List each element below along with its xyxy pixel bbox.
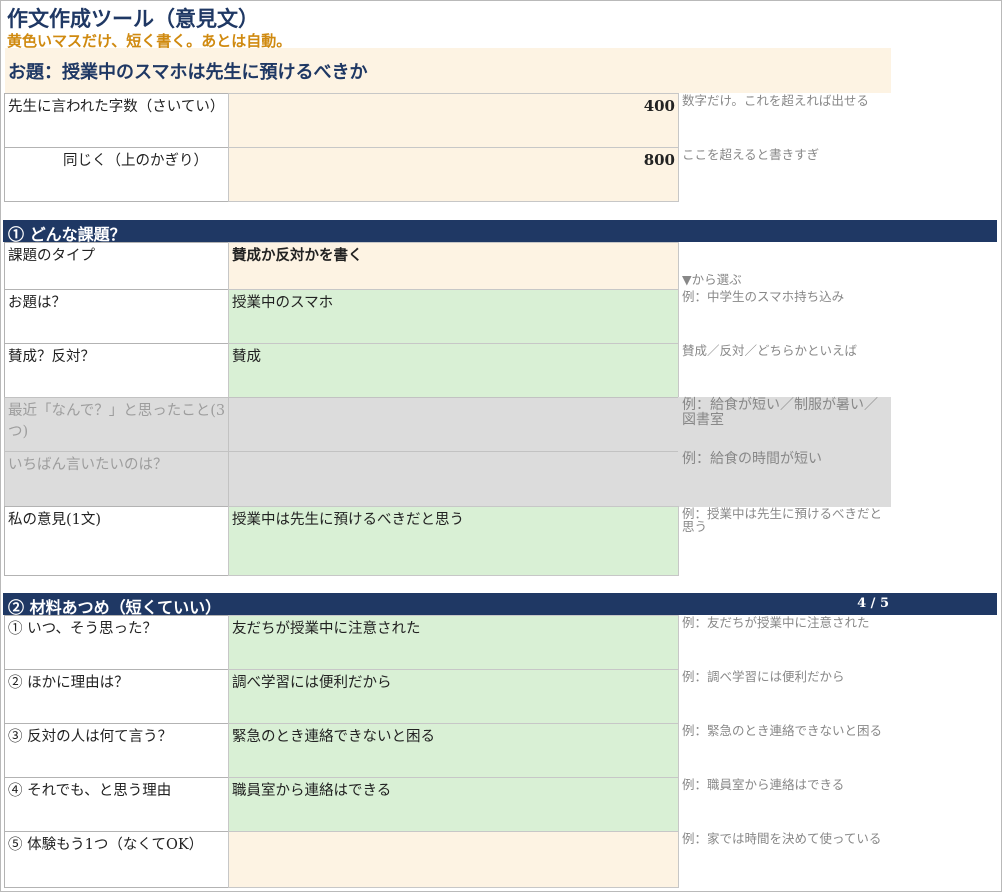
- recent-questions-hint: 例：給食が短い／制服が暑い／図書室: [678, 397, 891, 452]
- max-count-label: 同じく（上のかぎり）: [4, 147, 229, 202]
- recent-questions-label: 最近「なんで？」と思ったこと(3つ): [4, 397, 229, 452]
- min-count-hint: 数字だけ。これを超えれば出せる: [682, 93, 869, 108]
- assignment-type-select[interactable]: 賛成か反対かを書く: [228, 242, 679, 290]
- material-when-input[interactable]: 友だちが授業中に注意された: [228, 615, 679, 670]
- my-opinion-input[interactable]: 授業中は先生に預けるべきだと思う: [228, 506, 679, 576]
- material-counter-hint: 例：緊急のとき連絡できないと困る: [682, 723, 883, 738]
- max-count-input[interactable]: 800: [228, 147, 679, 202]
- main-point-label: いちばん言いたいのは？: [4, 451, 229, 507]
- material-experience-input[interactable]: [228, 831, 679, 888]
- my-opinion-hint: 例：授業中は先生に預けるべきだと思う: [682, 506, 883, 535]
- section1-header: ① どんな課題？: [3, 220, 997, 244]
- topic-hint: 例：中学生のスマホ持ち込み: [682, 289, 845, 304]
- material-rebuttal-hint: 例：職員室から連絡はできる: [682, 777, 845, 792]
- min-count-input[interactable]: 400: [228, 93, 679, 148]
- material-rebuttal-input[interactable]: 職員室から連絡はできる: [228, 777, 679, 832]
- recent-questions-input: [228, 397, 679, 452]
- stance-input[interactable]: 賛成: [228, 343, 679, 398]
- assignment-type-hint: ▼から選ぶ: [682, 272, 742, 287]
- stance-hint: 賛成／反対／どちらかといえば: [682, 343, 858, 358]
- material-other-reason-label: ② ほかに理由は？: [4, 669, 229, 724]
- section2-header: ② 材料あつめ（短くていい） 4 / 5: [3, 593, 997, 617]
- progress-count: 4 / 5: [857, 596, 889, 611]
- material-rebuttal-label: ④ それでも、と思う理由: [4, 777, 229, 832]
- main-point-hint: 例：給食の時間が短い: [678, 451, 891, 507]
- my-opinion-label: 私の意見(1文): [4, 506, 229, 576]
- max-count-hint: ここを超えると書きすぎ: [682, 147, 820, 162]
- material-experience-label: ⑤ 体験もう1つ（なくてOK）: [4, 831, 229, 888]
- min-count-label: 先生に言われた字数（さいてい）: [4, 93, 229, 148]
- material-when-hint: 例：友だちが授業中に注意された: [682, 615, 870, 630]
- assignment-type-label: 課題のタイプ: [4, 242, 229, 290]
- material-other-reason-hint: 例：調べ学習には便利だから: [682, 669, 845, 684]
- material-when-label: ① いつ、そう思った？: [4, 615, 229, 670]
- page-title: 作文作成ツール（意見文）: [7, 6, 259, 31]
- main-point-input: [228, 451, 679, 507]
- material-other-reason-input[interactable]: 調べ学習には便利だから: [228, 669, 679, 724]
- topic-banner: お題：授業中のスマホは先生に預けるべきか: [5, 48, 891, 93]
- topic-question-label: お題は？: [4, 289, 229, 344]
- material-counter-input[interactable]: 緊急のとき連絡できないと困る: [228, 723, 679, 778]
- stance-label: 賛成？反対？: [4, 343, 229, 398]
- topic-input[interactable]: 授業中のスマホ: [228, 289, 679, 344]
- material-experience-hint: 例：家では時間を決めて使っている: [682, 831, 882, 846]
- material-counter-label: ③ 反対の人は何て言う？: [4, 723, 229, 778]
